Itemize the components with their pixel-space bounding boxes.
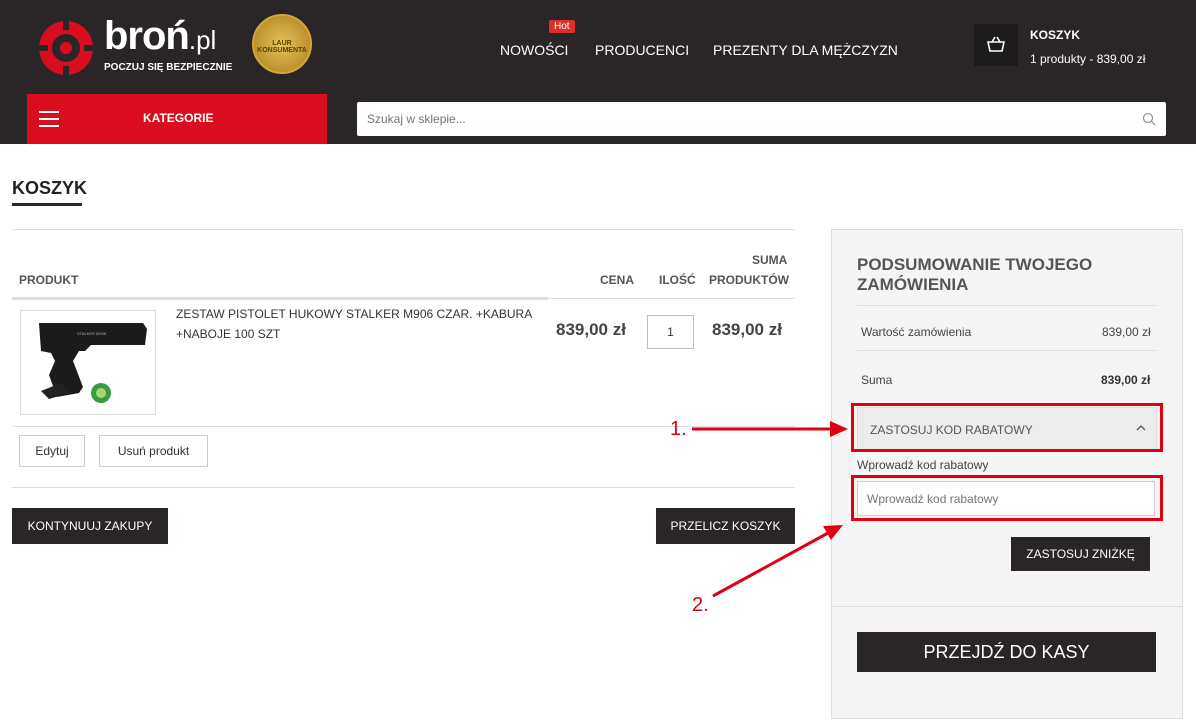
annotation-arrows [692,421,848,598]
arrow-2-line [712,531,829,598]
arrow-1-head [830,421,848,437]
